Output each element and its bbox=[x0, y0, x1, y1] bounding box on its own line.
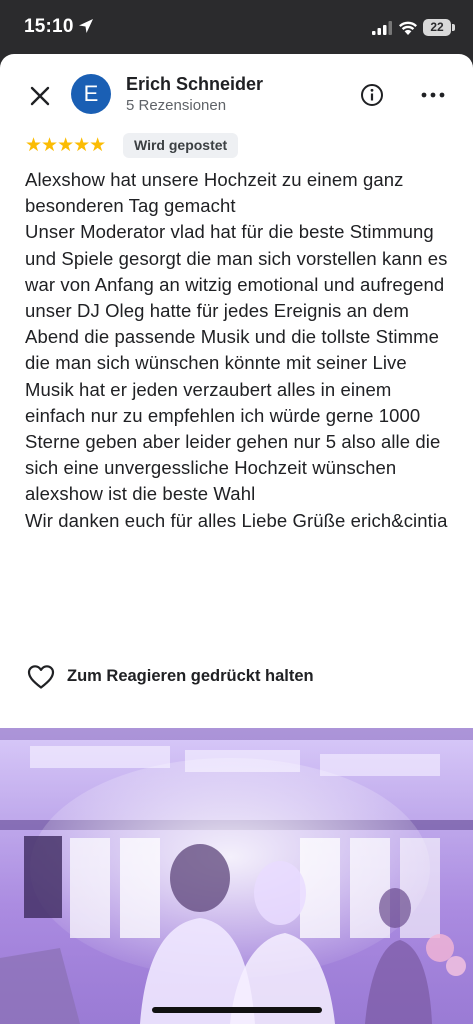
close-icon[interactable] bbox=[28, 84, 52, 108]
status-bar: 15:10 22 bbox=[0, 0, 473, 56]
signal-icon bbox=[372, 21, 392, 35]
status-badge: Wird gepostet bbox=[123, 133, 239, 158]
status-time: 15:10 bbox=[24, 16, 74, 37]
review-photo[interactable] bbox=[0, 728, 473, 1024]
review-text: Alexshow hat unsere Hochzeit zu einem ga… bbox=[25, 169, 448, 531]
battery-icon: 22 bbox=[423, 19, 451, 36]
react-label: Zum Reagieren gedrückt halten bbox=[67, 667, 314, 685]
wifi-icon bbox=[399, 21, 417, 35]
reviewer-name: Erich Schneider bbox=[126, 74, 264, 94]
info-icon[interactable] bbox=[360, 83, 384, 107]
battery-nub bbox=[452, 24, 455, 31]
review-sheet: E Erich Schneider 5 Rezensionen ★★★★★ Wi… bbox=[0, 54, 473, 1024]
review-photo-image bbox=[0, 728, 473, 1024]
more-horizontal-icon[interactable] bbox=[420, 83, 446, 107]
location-arrow-icon bbox=[79, 19, 93, 33]
avatar: E bbox=[71, 74, 111, 114]
heart-outline-icon bbox=[27, 665, 55, 689]
home-indicator bbox=[152, 1007, 322, 1013]
review-count: 5 Rezensionen bbox=[126, 97, 227, 114]
star-rating: ★★★★★ bbox=[25, 135, 106, 156]
